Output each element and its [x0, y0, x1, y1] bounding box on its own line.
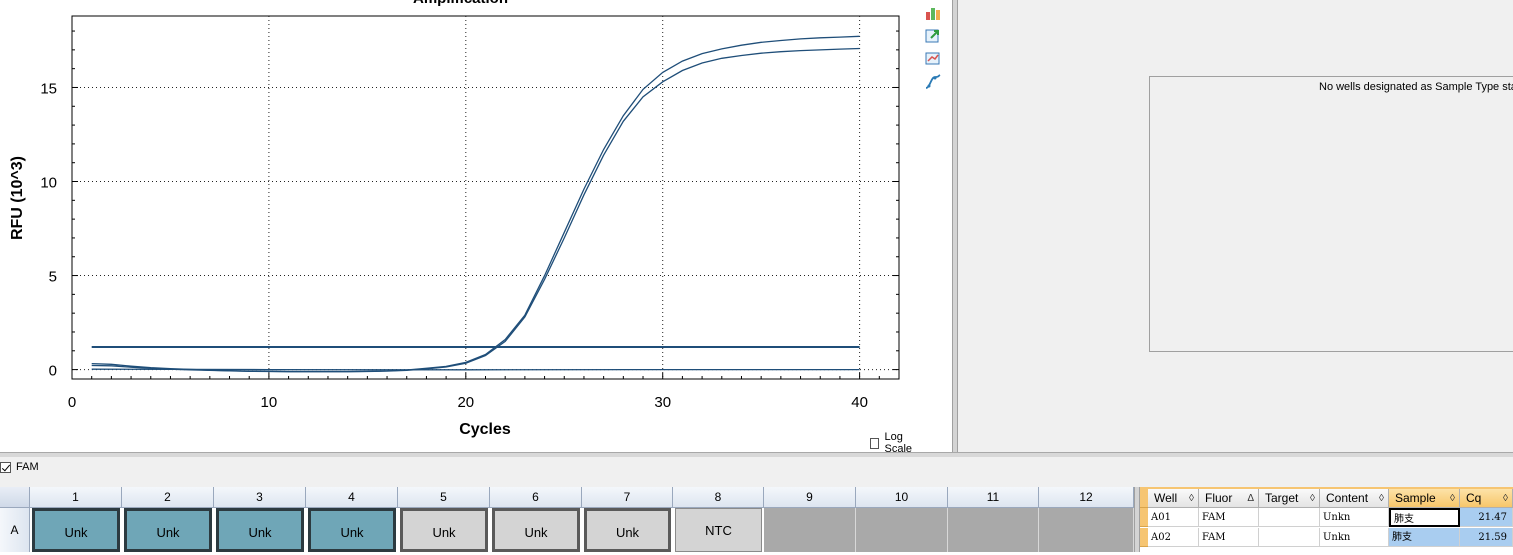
- plate-well-A3[interactable]: Unk: [216, 508, 304, 552]
- plate-column-header-5[interactable]: 5: [398, 487, 490, 508]
- sort-indicator-icon[interactable]: ◊: [1310, 489, 1315, 508]
- standard-curve-box: No wells designated as Sample Type stand…: [1149, 76, 1513, 352]
- cell-cq: 21.59: [1460, 528, 1513, 547]
- plate-column-header-3[interactable]: 3: [214, 487, 306, 508]
- plate-column-header-12[interactable]: 12: [1039, 487, 1134, 508]
- plate-column-header-2[interactable]: 2: [122, 487, 214, 508]
- row-marker[interactable]: [1140, 528, 1148, 547]
- plate-well-A10[interactable]: [856, 508, 948, 552]
- fluorophore-filter-bar: FAM: [0, 457, 1513, 487]
- plate-well-A12[interactable]: [1039, 508, 1134, 552]
- plate-column-header-11[interactable]: 11: [948, 487, 1039, 508]
- column-header-label: Cq: [1466, 491, 1482, 505]
- amplification-curve-A03[interactable]: [91, 368, 860, 371]
- cell-target: [1259, 528, 1320, 547]
- x-tick-label: 30: [654, 394, 671, 411]
- plot-frame: [71, 15, 900, 380]
- cell-fluor: FAM: [1199, 508, 1259, 527]
- log-scale-checkbox[interactable]: [870, 437, 879, 449]
- plate-column-header-8[interactable]: 8: [673, 487, 764, 508]
- plate-column-header-10[interactable]: 10: [856, 487, 948, 508]
- column-header-fluor[interactable]: Fluor Δ: [1199, 489, 1259, 508]
- column-header-label: Well: [1154, 491, 1178, 505]
- x-axis-label: Cycles: [459, 421, 511, 438]
- no-standards-message: No wells designated as Sample Type stand…: [1319, 81, 1513, 93]
- well-results-table: Well ◊ Fluor Δ Target ◊ Content ◊ Sample ◊ Cq ◊ A01 F…: [1140, 487, 1513, 552]
- column-header-well[interactable]: Well ◊: [1148, 489, 1199, 508]
- plate-column-header-6[interactable]: 6: [490, 487, 582, 508]
- x-tick-label: 10: [261, 394, 278, 411]
- y-tick-label: 15: [40, 80, 57, 97]
- y-axis-label: RFU (10^3): [9, 156, 26, 240]
- column-header-label: Target: [1265, 491, 1299, 505]
- plate-column-header-1[interactable]: 1: [30, 487, 122, 508]
- amplification-chart-panel: Amplification 0 10 20 30 40 0 5 10 15 Cycles RFU (1…: [0, 0, 920, 455]
- x-tick-label: 0: [68, 394, 76, 411]
- column-header-label: Content: [1326, 491, 1369, 505]
- cell-well: A01: [1148, 508, 1199, 527]
- cell-content: Unkn: [1320, 508, 1389, 527]
- x-tick-label: 40: [851, 394, 868, 411]
- plate-well-A5[interactable]: Unk: [400, 508, 488, 552]
- sort-indicator-icon[interactable]: ◊: [1503, 489, 1508, 508]
- cell-fluor: FAM: [1199, 528, 1259, 547]
- chart-settings-icon[interactable]: [924, 50, 942, 68]
- export-icon[interactable]: [924, 27, 942, 45]
- plate-view: 1 2 3 4 5 6 7 8 9 10 11 12 A Unk Unk Unk Unk Unk Unk Unk NTC: [0, 487, 1134, 552]
- cell-sample[interactable]: 肺支: [1389, 528, 1460, 547]
- plate-corner[interactable]: [0, 487, 30, 508]
- plate-well-A4[interactable]: Unk: [308, 508, 396, 552]
- fam-label: FAM: [16, 461, 39, 473]
- plate-well-A6[interactable]: Unk: [492, 508, 580, 552]
- fam-filter[interactable]: FAM: [0, 461, 39, 473]
- sort-indicator-icon[interactable]: ◊: [1189, 489, 1194, 508]
- column-header-target[interactable]: Target ◊: [1259, 489, 1320, 508]
- column-header-cq[interactable]: Cq ◊: [1460, 489, 1513, 508]
- cell-well: A02: [1148, 528, 1199, 547]
- cell-cq: 21.47: [1460, 508, 1513, 527]
- fam-checkbox[interactable]: [0, 461, 11, 473]
- plate-column-header-9[interactable]: 9: [764, 487, 856, 508]
- column-header-sample[interactable]: Sample ◊: [1389, 489, 1460, 508]
- standard-curve-panel: No wells designated as Sample Type stand…: [958, 0, 1513, 452]
- sort-indicator-icon[interactable]: Δ: [1247, 489, 1254, 508]
- plate-well-A1[interactable]: Unk: [32, 508, 120, 552]
- curve-icon[interactable]: [924, 73, 942, 91]
- y-tick-label: 5: [49, 269, 57, 286]
- cell-sample[interactable]: 肺支: [1389, 508, 1460, 527]
- y-tick-label: 0: [49, 363, 57, 380]
- plate-column-header-4[interactable]: 4: [306, 487, 398, 508]
- sort-indicator-icon[interactable]: ◊: [1379, 489, 1384, 508]
- plate-row-header-A[interactable]: A: [0, 508, 30, 552]
- cell-target: [1259, 508, 1320, 527]
- plate-well-A7[interactable]: Unk: [584, 508, 671, 552]
- plate-well-A11[interactable]: [948, 508, 1039, 552]
- chart-toolbar: [924, 4, 946, 96]
- plate-column-header-7[interactable]: 7: [582, 487, 673, 508]
- cell-content: Unkn: [1320, 528, 1389, 547]
- plate-well-A8[interactable]: NTC: [675, 508, 762, 552]
- copy-chart-icon[interactable]: [924, 4, 942, 22]
- row-marker-header: [1140, 489, 1148, 508]
- row-marker[interactable]: [1140, 508, 1148, 527]
- column-header-content[interactable]: Content ◊: [1320, 489, 1389, 508]
- plate-well-A9[interactable]: [764, 508, 856, 552]
- x-tick-label: 20: [457, 394, 474, 411]
- sort-indicator-icon[interactable]: ◊: [1450, 489, 1455, 508]
- column-header-label: Fluor: [1205, 491, 1233, 505]
- amplification-chart: Amplification 0 10 20 30 40 0 5 10 15 Cycles RFU (1…: [9, 0, 900, 438]
- column-header-label: Sample: [1395, 491, 1436, 505]
- plate-well-A2[interactable]: Unk: [124, 508, 212, 552]
- y-tick-label: 10: [40, 175, 57, 192]
- chart-title: Amplification: [413, 0, 508, 7]
